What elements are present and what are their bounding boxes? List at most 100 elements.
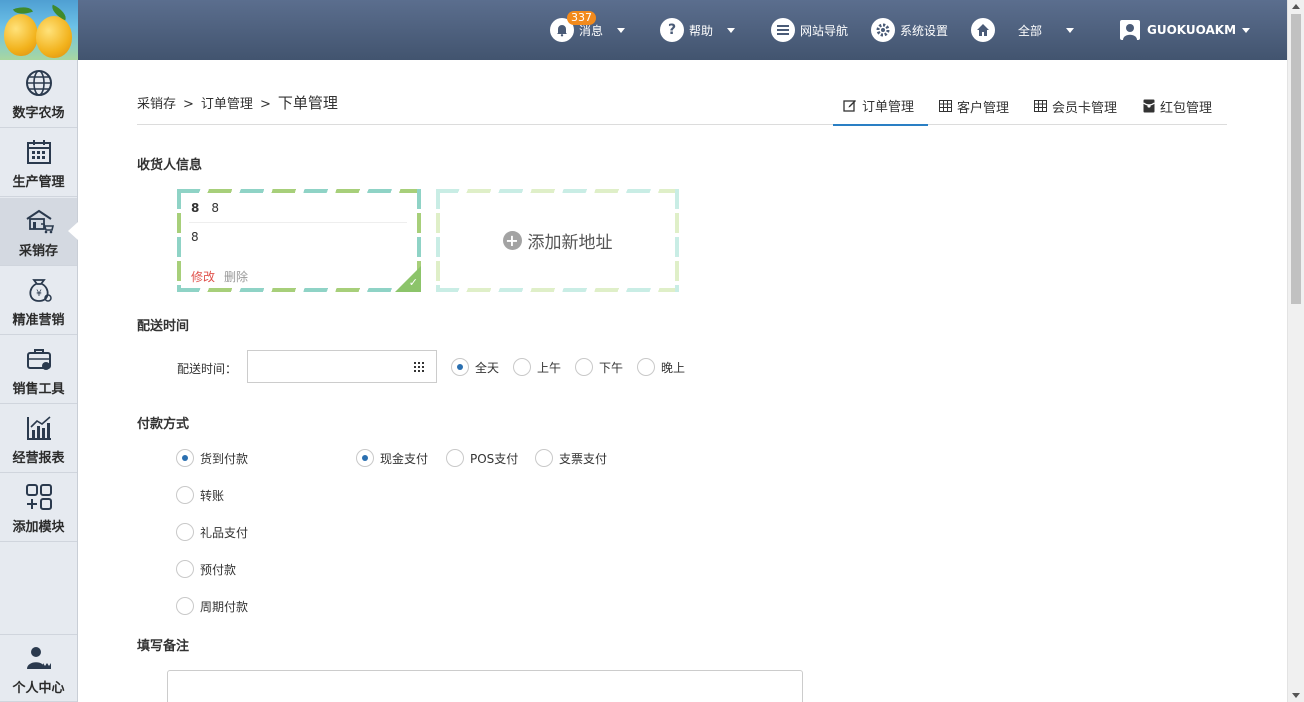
radio-label: 现金支付 bbox=[380, 451, 429, 466]
add-address-label: 添加新地址 bbox=[527, 233, 613, 253]
warehouse-cart-icon bbox=[25, 209, 54, 234]
radio-circle[interactable] bbox=[356, 449, 374, 467]
radio-gift-payment[interactable]: 礼品支付 bbox=[176, 523, 248, 541]
radio-label: 货到付款 bbox=[200, 451, 249, 466]
radio-label: 下午 bbox=[599, 360, 624, 375]
tab-member-card-management[interactable]: 会员卡管理 bbox=[1024, 86, 1127, 126]
address-card[interactable]: 88 8 修改 删除 ✓ bbox=[177, 189, 421, 292]
radio-circle[interactable] bbox=[535, 449, 553, 467]
chevron-down-icon bbox=[1242, 27, 1251, 33]
receiver-section-title: 收货人信息 bbox=[137, 158, 203, 173]
radio-cash-on-delivery[interactable]: 货到付款 bbox=[176, 449, 248, 467]
calendar-grid-icon[interactable] bbox=[414, 362, 424, 372]
radio-pos-payment[interactable]: POS支付 bbox=[446, 449, 518, 467]
sidebar-item-purchase-sales[interactable]: 采销存 bbox=[0, 198, 78, 266]
delivery-time-label: 配送时间： bbox=[177, 362, 238, 376]
help-label: 帮助 bbox=[689, 23, 714, 38]
delivery-date-field[interactable] bbox=[247, 350, 437, 383]
tab-order-management[interactable]: 订单管理 bbox=[833, 86, 928, 126]
sidebar-item-marketing[interactable]: ¥ 精准营销 bbox=[0, 267, 77, 335]
divider bbox=[189, 222, 407, 223]
address-contact: 88 bbox=[191, 201, 219, 215]
messages-menu[interactable]: 337 消息 bbox=[550, 0, 626, 60]
plus-circle-icon: + bbox=[502, 231, 522, 250]
radio-circle[interactable] bbox=[451, 358, 469, 376]
home-button[interactable] bbox=[971, 0, 1000, 60]
sidebar-item-label: 生产管理 bbox=[12, 175, 65, 190]
radio-afternoon[interactable]: 下午 bbox=[575, 358, 623, 376]
user-menu[interactable]: GUOKUOAKM bbox=[1120, 0, 1251, 60]
left-sidebar: 数字农场 生产管理 采销存 ¥ 精准营销 销售工具 经营报表 添加模块 个人中心 bbox=[0, 0, 78, 702]
sidebar-item-digital-farm[interactable]: 数字农场 bbox=[0, 60, 77, 128]
scroll-down-arrow[interactable] bbox=[1292, 693, 1300, 698]
radio-label: 全天 bbox=[475, 360, 500, 375]
radio-transfer[interactable]: 转账 bbox=[176, 486, 224, 504]
radio-evening[interactable]: 晚上 bbox=[637, 358, 685, 376]
sidebar-item-add-module[interactable]: 添加模块 bbox=[0, 474, 77, 542]
add-module-icon bbox=[25, 484, 52, 510]
radio-circle[interactable] bbox=[176, 523, 194, 541]
active-indicator bbox=[68, 222, 78, 240]
help-menu[interactable]: ? 帮助 bbox=[660, 0, 736, 60]
tab-customer-management[interactable]: 客户管理 bbox=[929, 86, 1019, 126]
radio-label: 转账 bbox=[200, 488, 225, 503]
username: GUOKUOAKM bbox=[1147, 23, 1237, 37]
receiver-phone: 8 bbox=[211, 201, 219, 215]
sidebar-item-sales-tools[interactable]: 销售工具 bbox=[0, 336, 77, 404]
vertical-scrollbar[interactable] bbox=[1287, 0, 1304, 702]
radio-all-day[interactable]: 全天 bbox=[451, 358, 499, 376]
scroll-up-arrow[interactable] bbox=[1292, 4, 1300, 9]
radio-circle[interactable] bbox=[176, 486, 194, 504]
radio-circle[interactable] bbox=[446, 449, 464, 467]
scroll-thumb[interactable] bbox=[1291, 14, 1301, 304]
table-icon bbox=[1034, 100, 1047, 112]
radio-morning[interactable]: 上午 bbox=[513, 358, 561, 376]
tab-label: 客户管理 bbox=[957, 100, 1010, 116]
radio-circle[interactable] bbox=[176, 597, 194, 615]
sidebar-item-personal-center[interactable]: 个人中心 bbox=[0, 634, 77, 702]
check-icon: ✓ bbox=[408, 276, 418, 289]
delivery-section-title: 配送时间 bbox=[137, 319, 190, 334]
breadcrumb-root[interactable]: 采销存 bbox=[137, 93, 176, 112]
edit-address-link[interactable]: 修改 bbox=[191, 268, 215, 285]
radio-prepayment[interactable]: 预付款 bbox=[176, 560, 236, 578]
scope-select[interactable]: 全部 bbox=[1018, 0, 1075, 60]
breadcrumb-mid[interactable]: 订单管理 bbox=[201, 93, 253, 112]
chevron-down-icon bbox=[727, 27, 736, 33]
tab-label: 会员卡管理 bbox=[1052, 100, 1118, 116]
radio-circle[interactable] bbox=[176, 560, 194, 578]
sidebar-item-label: 经营报表 bbox=[12, 451, 65, 466]
app-logo[interactable] bbox=[0, 0, 78, 60]
add-address-card[interactable]: + 添加新地址 bbox=[436, 189, 679, 292]
sidebar-item-label: 个人中心 bbox=[12, 681, 65, 696]
radio-label: 预付款 bbox=[200, 562, 237, 577]
globe-icon bbox=[25, 70, 52, 96]
delete-address-link[interactable]: 删除 bbox=[224, 268, 248, 285]
sidebar-item-reports[interactable]: 经营报表 bbox=[0, 405, 77, 473]
sidebar-item-production[interactable]: 生产管理 bbox=[0, 129, 77, 197]
radio-circle[interactable] bbox=[637, 358, 655, 376]
sidebar-item-label: 精准营销 bbox=[12, 313, 65, 328]
tab-red-packet-management[interactable]: 红包管理 bbox=[1133, 86, 1222, 126]
calendar-icon bbox=[26, 140, 51, 164]
chart-icon bbox=[26, 416, 51, 440]
sidebar-item-label: 数字农场 bbox=[12, 106, 65, 121]
edit-icon bbox=[843, 100, 856, 112]
money-bag-icon: ¥ bbox=[28, 279, 52, 302]
settings-label: 系统设置 bbox=[900, 23, 949, 38]
system-settings-link[interactable]: 系统设置 bbox=[871, 0, 948, 60]
site-nav-link[interactable]: 网站导航 bbox=[771, 0, 848, 60]
remark-textarea[interactable] bbox=[167, 670, 803, 702]
site-nav-label: 网站导航 bbox=[800, 23, 849, 38]
sidebar-item-label: 销售工具 bbox=[12, 382, 65, 397]
radio-circle[interactable] bbox=[513, 358, 531, 376]
radio-check-payment[interactable]: 支票支付 bbox=[535, 449, 607, 467]
radio-periodic-payment[interactable]: 周期付款 bbox=[176, 597, 248, 615]
tab-label: 红包管理 bbox=[1160, 100, 1213, 116]
radio-circle[interactable] bbox=[575, 358, 593, 376]
top-navbar: 337 消息 ? 帮助 网站导航 系统设置 全部 GUOKUOAKM bbox=[78, 0, 1287, 60]
delivery-date-input[interactable] bbox=[248, 351, 408, 382]
radio-cash-payment[interactable]: 现金支付 bbox=[356, 449, 428, 467]
sidebar-item-label: 采销存 bbox=[18, 244, 58, 259]
radio-circle[interactable] bbox=[176, 449, 194, 467]
